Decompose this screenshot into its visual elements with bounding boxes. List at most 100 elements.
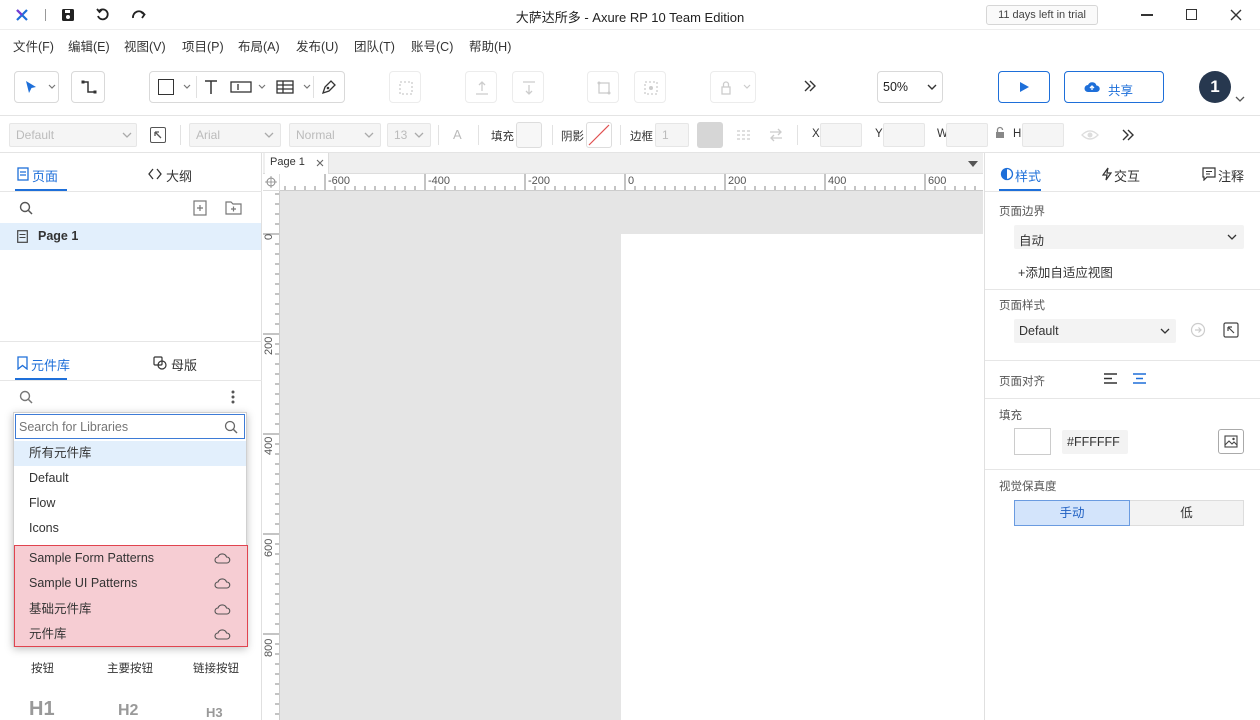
menu-project[interactable]: 项目(P) bbox=[182, 36, 224, 55]
library-option-default[interactable]: Default bbox=[14, 466, 246, 491]
group-button[interactable] bbox=[389, 71, 421, 103]
avatar[interactable]: 1 bbox=[1199, 71, 1231, 103]
vertical-ruler[interactable]: 0 200 400 600 800 bbox=[263, 191, 280, 720]
connector-tool-button[interactable] bbox=[71, 71, 105, 103]
widget-h2[interactable]: H2 bbox=[118, 702, 138, 720]
menu-edit[interactable]: 编辑(E) bbox=[68, 36, 110, 55]
bring-front-button[interactable] bbox=[465, 71, 497, 103]
tab-style[interactable]: 样式 bbox=[1015, 166, 1041, 185]
fill-hex-input[interactable]: #FFFFFF bbox=[1062, 430, 1128, 454]
tab-list-icon[interactable] bbox=[968, 161, 978, 167]
page-tab[interactable]: Page 1 bbox=[265, 153, 329, 174]
share-button[interactable]: 共享 bbox=[1064, 71, 1164, 103]
w-input[interactable] bbox=[946, 123, 988, 147]
arrow-style-icon[interactable] bbox=[768, 127, 784, 143]
distribute-button[interactable] bbox=[634, 71, 666, 103]
trial-badge[interactable]: 11 days left in trial bbox=[986, 5, 1098, 25]
tab-notes[interactable]: 注释 bbox=[1218, 166, 1244, 185]
x-input[interactable] bbox=[820, 123, 862, 147]
add-page-icon[interactable] bbox=[193, 200, 207, 216]
tab-pages[interactable]: 页面 bbox=[32, 166, 58, 185]
library-option-sample-form-patterns[interactable]: Sample Form Patterns bbox=[14, 546, 246, 571]
table-tool-icon[interactable] bbox=[276, 79, 294, 95]
page-surface[interactable] bbox=[621, 234, 983, 720]
library-option-icons[interactable]: Icons bbox=[14, 516, 246, 541]
lock-button[interactable] bbox=[710, 71, 756, 103]
border-color-swatch[interactable] bbox=[697, 122, 723, 148]
h-input[interactable] bbox=[1022, 123, 1064, 147]
align-left-icon[interactable] bbox=[1103, 372, 1118, 385]
y-input[interactable] bbox=[883, 123, 925, 147]
menu-team[interactable]: 团队(T) bbox=[354, 36, 395, 55]
rectangle-tool-icon[interactable] bbox=[158, 79, 174, 95]
page-dimension-select[interactable]: 自动 bbox=[1014, 225, 1244, 249]
widget-primary-button[interactable]: 主要按钮 bbox=[107, 660, 153, 676]
shadow-swatch[interactable] bbox=[586, 122, 612, 148]
library-option-flow[interactable]: Flow bbox=[14, 491, 246, 516]
menu-file[interactable]: 文件(F) bbox=[13, 36, 54, 55]
text-tool-icon[interactable] bbox=[202, 78, 220, 96]
style-manager-icon[interactable] bbox=[150, 127, 166, 143]
library-option-basic-widgets[interactable]: 基础元件库 bbox=[14, 597, 246, 622]
horizontal-ruler[interactable]: -600 -400 -200 0 200 400 600 bbox=[280, 174, 983, 191]
fill-hex-value: #FFFFFF bbox=[1067, 435, 1120, 449]
style-manager-icon[interactable] bbox=[1223, 322, 1239, 338]
library-option-sample-ui-patterns[interactable]: Sample UI Patterns bbox=[14, 571, 246, 596]
visibility-icon[interactable] bbox=[1081, 128, 1099, 142]
align-center-icon[interactable] bbox=[1132, 372, 1147, 385]
zoom-select[interactable]: 50% bbox=[877, 71, 943, 103]
tab-library[interactable]: 元件库 bbox=[31, 355, 70, 374]
font-color-icon[interactable]: A bbox=[453, 127, 462, 142]
library-menu-icon[interactable] bbox=[231, 389, 235, 405]
tab-masters[interactable]: 母版 bbox=[171, 355, 197, 374]
pages-icon bbox=[17, 167, 29, 181]
avatar-chevron-icon[interactable] bbox=[1235, 96, 1245, 103]
close-tab-icon[interactable] bbox=[316, 159, 324, 167]
widget-h1[interactable]: H1 bbox=[29, 698, 55, 720]
search-icon[interactable] bbox=[19, 201, 33, 215]
more-tools-icon[interactable] bbox=[802, 78, 818, 94]
widget-link-button[interactable]: 链接按钮 bbox=[193, 660, 239, 676]
maximize-icon[interactable] bbox=[1186, 9, 1197, 20]
fidelity-manual-button[interactable]: 手动 bbox=[1014, 500, 1130, 526]
input-tool-icon[interactable] bbox=[230, 79, 252, 95]
pen-tool-icon[interactable] bbox=[320, 78, 338, 96]
more-format-icon[interactable] bbox=[1120, 127, 1136, 143]
fill-color-swatch[interactable] bbox=[516, 122, 542, 148]
align-button[interactable] bbox=[587, 71, 619, 103]
font-weight-select[interactable]: Normal bbox=[289, 123, 381, 147]
menu-layout[interactable]: 布局(A) bbox=[238, 36, 280, 55]
send-back-button[interactable] bbox=[512, 71, 544, 103]
minimize-icon[interactable] bbox=[1141, 14, 1153, 16]
library-search-icon[interactable] bbox=[19, 390, 33, 404]
library-option-all[interactable]: 所有元件库 bbox=[14, 441, 246, 466]
font-size-select[interactable]: 13 bbox=[387, 123, 431, 147]
library-option-widget-library[interactable]: 元件库 bbox=[14, 622, 246, 647]
add-adaptive-view-link[interactable]: +添加自适应视图 bbox=[1018, 262, 1113, 281]
fidelity-low-button[interactable]: 低 bbox=[1130, 500, 1244, 526]
widget-button[interactable]: 按钮 bbox=[31, 660, 54, 676]
library-search-field[interactable] bbox=[15, 414, 245, 439]
menu-publish[interactable]: 发布(U) bbox=[296, 36, 338, 55]
menu-help[interactable]: 帮助(H) bbox=[469, 36, 511, 55]
close-icon[interactable] bbox=[1229, 8, 1243, 22]
tab-interactions[interactable]: 交互 bbox=[1114, 166, 1140, 185]
widget-h3[interactable]: H3 bbox=[206, 705, 223, 720]
menu-view[interactable]: 视图(V) bbox=[124, 36, 166, 55]
apply-style-icon[interactable] bbox=[1190, 322, 1206, 338]
page-style-select[interactable]: Default bbox=[1014, 319, 1176, 343]
fill-color-swatch[interactable] bbox=[1014, 428, 1051, 455]
border-width-input[interactable]: 1 bbox=[655, 123, 689, 147]
select-tool-button[interactable] bbox=[14, 71, 59, 103]
fill-image-button[interactable] bbox=[1218, 429, 1244, 454]
page-list-item[interactable]: Page 1 bbox=[0, 223, 261, 250]
menu-account[interactable]: 账号(C) bbox=[411, 36, 453, 55]
add-folder-icon[interactable] bbox=[225, 200, 242, 215]
lock-ratio-icon[interactable] bbox=[994, 126, 1006, 140]
tab-outline[interactable]: 大纲 bbox=[166, 166, 192, 185]
library-search-input[interactable] bbox=[19, 417, 215, 436]
font-select[interactable]: Arial bbox=[189, 123, 281, 147]
border-style-icon[interactable] bbox=[736, 127, 752, 143]
preview-button[interactable] bbox=[998, 71, 1050, 103]
style-select[interactable]: Default bbox=[9, 123, 137, 147]
